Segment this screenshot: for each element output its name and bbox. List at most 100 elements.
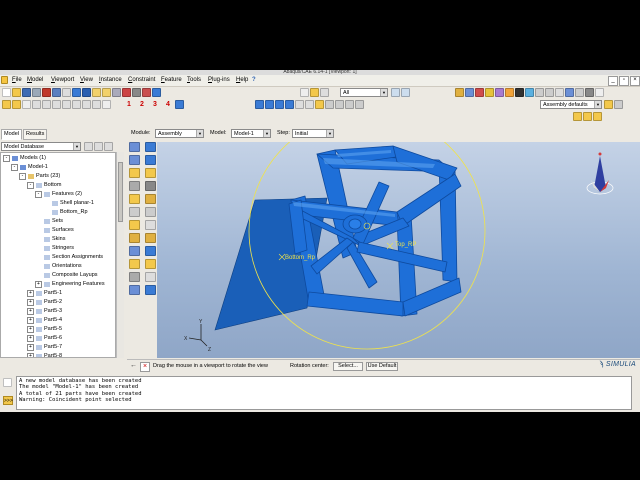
wireframe-icon[interactable] [152,88,161,97]
pick-icon[interactable] [515,88,524,97]
view-user-icon[interactable] [72,100,81,109]
tree-node[interactable]: + Part5-6 [27,334,62,343]
linear-pattern-icon[interactable] [145,155,156,165]
tree-node[interactable]: - Models (1) [3,154,46,163]
tree-node[interactable]: Bottom_Rp [43,208,88,217]
instance-icon[interactable] [565,88,574,97]
rotate-icon[interactable] [82,88,91,97]
box-zoom-icon[interactable] [102,88,111,97]
expand-icon[interactable]: + [27,353,34,357]
minimize-button[interactable]: _ [608,76,618,86]
csys-icon[interactable] [129,246,140,256]
tree-node[interactable]: Orientations [35,262,82,271]
context-help-icon[interactable]: ? [252,77,256,84]
view-icon[interactable] [320,88,329,97]
view-bottom-icon[interactable] [52,100,61,109]
menu-plugins[interactable]: Plug-ins [208,77,230,84]
transform-icon-3[interactable] [593,112,602,121]
view-4-button[interactable]: 4 [162,101,174,108]
expand-icon[interactable]: + [27,335,34,342]
replace-icon[interactable] [535,88,544,97]
magnify-icon[interactable] [92,88,101,97]
cycle-icon[interactable] [122,88,131,97]
tree-node[interactable]: + Part5-8 [27,352,62,357]
shaded-icon[interactable] [142,88,151,97]
select-box-icon[interactable] [401,88,410,97]
instance-part-icon[interactable] [129,142,140,152]
edge-to-edge-icon[interactable] [129,220,140,230]
tree-node[interactable]: - Parts (23) [19,172,60,181]
view-compass[interactable] [586,152,614,195]
replace-icon[interactable] [129,194,140,204]
use-default-button[interactable]: Use Default [366,362,398,371]
color-icon-3[interactable] [475,88,484,97]
tree-filter-icon[interactable] [84,142,93,151]
view-next-icon[interactable] [92,100,101,109]
display-icon[interactable] [129,285,140,295]
tree-node[interactable]: + Part5-7 [27,343,62,352]
translate-to-icon[interactable] [145,168,156,178]
module-select[interactable]: Assembly ▼ [155,129,204,138]
expand-icon[interactable]: + [35,281,42,288]
tree-node[interactable]: Section Assignments [35,253,103,262]
expand-icon[interactable]: + [27,299,34,306]
options-icon[interactable] [575,88,584,97]
translate-icon[interactable] [145,142,156,152]
transform-icon-1[interactable] [573,112,582,121]
selection-filter-select[interactable]: All ▼ [340,88,388,97]
render-shaded-icon[interactable] [275,100,284,109]
menu-model[interactable]: Model [27,77,43,84]
render-hidden-icon[interactable] [265,100,274,109]
expand-icon[interactable]: + [27,317,34,324]
view-prev-icon[interactable] [82,100,91,109]
view-3-button[interactable]: 3 [149,101,161,108]
expand-icon[interactable]: + [27,290,34,297]
feature-icon[interactable] [145,285,156,295]
tree-node[interactable]: Surfaces [35,226,74,235]
render-parallel-icon[interactable] [295,100,304,109]
menu-tools[interactable]: Tools [187,77,201,84]
menu-help[interactable]: Help [236,77,248,84]
menu-instance[interactable]: Instance [99,77,122,84]
view-5-icon[interactable] [175,100,184,109]
view-iso-icon[interactable] [62,100,71,109]
message-tab-icon[interactable] [3,378,12,387]
partition-icon[interactable] [129,272,140,282]
tree-node[interactable]: + Part5-3 [27,307,62,316]
tree-expand-icon[interactable] [94,142,103,151]
model-select[interactable]: Model-1 ▼ [231,129,271,138]
tree-node[interactable]: - Features (2) [35,190,82,199]
display-group-icon[interactable] [525,88,534,97]
tree-node[interactable]: Sets [35,217,63,226]
prompt-back-icon[interactable]: ← [130,362,137,369]
view-top-icon[interactable] [42,100,51,109]
render-persp-icon[interactable] [305,100,314,109]
tree-node[interactable]: - Bottom [27,181,61,190]
color-mapping-icon[interactable] [604,100,613,109]
collapse-icon[interactable]: - [35,191,42,198]
datum-axis-icon[interactable] [129,259,140,269]
view-save-icon[interactable] [102,100,111,109]
collapse-icon[interactable]: - [11,164,18,171]
view-right-icon[interactable] [32,100,41,109]
menu-view[interactable]: View [80,77,93,84]
open-folder-icon[interactable] [12,88,21,97]
select-button[interactable]: Select... [333,362,363,371]
layer-icon[interactable] [585,88,594,97]
rotate-instance-icon[interactable] [129,155,140,165]
render-edges-icon[interactable] [285,100,294,109]
constraint-icon[interactable] [145,194,156,204]
close-button[interactable]: × [630,76,640,86]
menu-viewport[interactable]: Viewport [51,77,74,84]
new-file-icon[interactable] [2,88,11,97]
query-icon[interactable] [145,272,156,282]
tree-node[interactable]: Skins [35,235,65,244]
tree-node[interactable]: + Part5-4 [27,316,62,325]
collapse-icon[interactable]: - [19,173,26,180]
whatsthis-icon[interactable] [595,88,604,97]
tree-node[interactable]: + Part5-5 [27,325,62,334]
render-triad-icon[interactable] [355,100,364,109]
step-select[interactable]: Initial ▼ [292,129,334,138]
highlight-icon[interactable] [505,88,514,97]
menu-file[interactable]: File [12,77,22,84]
